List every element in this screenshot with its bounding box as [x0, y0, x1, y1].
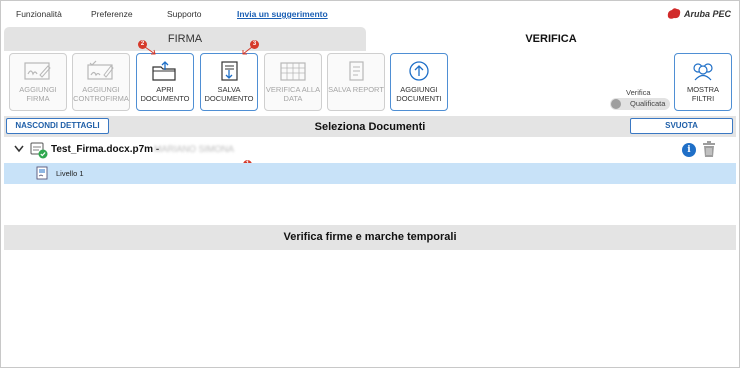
add-countersign-label: AGGIUNGI CONTROFIRMA: [73, 85, 129, 103]
report-icon: [349, 61, 364, 81]
countersign-icon: [87, 60, 114, 80]
menu-preferenze[interactable]: Preferenze: [91, 9, 133, 19]
save-report-button[interactable]: SALVA REPORT: [327, 53, 385, 111]
documents-title: Seleziona Documenti: [314, 121, 426, 133]
chevron-down-icon[interactable]: [14, 145, 24, 153]
add-documents-label: AGGIUNGI DOCUMENTI: [396, 85, 442, 103]
open-document-label: APRI DOCUMENTO: [140, 85, 190, 103]
open-document-button[interactable]: APRI DOCUMENTO: [136, 53, 194, 111]
show-filters-label: MOSTRA FILTRI: [686, 85, 720, 103]
signed-file-icon: [30, 142, 48, 159]
save-report-label: SALVA REPORT: [328, 85, 384, 94]
info-icon[interactable]: i: [682, 143, 696, 157]
menu-supporto[interactable]: Supporto: [167, 9, 202, 19]
documents-header-bar: NASCONDI DETTAGLI Seleziona Documenti SV…: [4, 116, 736, 137]
add-documents-button[interactable]: AGGIUNGI DOCUMENTI: [390, 53, 448, 111]
aruba-logo-icon: [667, 8, 681, 19]
trash-icon[interactable]: [702, 141, 716, 158]
verify-at-date-label: VERIFICA ALLA DATA: [265, 85, 321, 103]
level-row[interactable]: Livello 1: [4, 163, 736, 184]
save-document-label: SALVA DOCUMENTO: [204, 85, 254, 103]
aruba-logo: Aruba PEC: [666, 7, 731, 20]
signature-icon: [24, 62, 51, 80]
show-filters-button[interactable]: MOSTRA FILTRI: [674, 53, 732, 111]
certificate-icon: [36, 166, 48, 180]
suggestion-link[interactable]: Invia un suggerimento: [237, 9, 328, 19]
menu-funzionalita[interactable]: Funzionalità: [16, 9, 62, 19]
menu-bar: Funzionalità Preferenze Supporto Invia u…: [1, 1, 739, 27]
toggle-label: Qualificata: [630, 99, 666, 108]
verifica-label: Verifica: [626, 88, 651, 97]
level-label: Livello 1: [56, 169, 84, 178]
toggle-knob[interactable]: [611, 99, 621, 109]
save-document-icon: [221, 61, 238, 81]
calendar-icon: [280, 62, 306, 81]
add-documents-icon: [409, 61, 429, 81]
add-countersign-button[interactable]: AGGIUNGI CONTROFIRMA: [72, 53, 130, 111]
signer-name: MARIANO SIMONA: [154, 144, 235, 154]
document-row[interactable]: Test_Firma.docx.p7m - MARIANO SIMONA i: [4, 138, 736, 162]
open-folder-icon: [152, 61, 176, 81]
tab-firma[interactable]: FIRMA: [4, 27, 366, 51]
document-name: Test_Firma.docx.p7m -: [51, 144, 160, 155]
verification-title: Verifica firme e marche temporali: [283, 231, 457, 243]
arrow-icon: [144, 46, 156, 55]
verify-at-date-button[interactable]: VERIFICA ALLA DATA: [264, 53, 322, 111]
tab-verifica[interactable]: VERIFICA: [366, 27, 736, 51]
logo-text: Aruba PEC: [683, 8, 731, 19]
users-filter-icon: [693, 63, 713, 81]
arrow-icon: [242, 46, 253, 55]
empty-button[interactable]: SVUOTA: [630, 118, 733, 134]
save-document-button[interactable]: SALVA DOCUMENTO: [200, 53, 258, 111]
add-signature-label: AGGIUNGI FIRMA: [19, 85, 57, 103]
add-signature-button[interactable]: AGGIUNGI FIRMA: [9, 53, 67, 111]
verification-header-bar: Verifica firme e marche temporali: [4, 225, 736, 250]
qualificata-toggle[interactable]: Qualificata: [610, 98, 670, 110]
